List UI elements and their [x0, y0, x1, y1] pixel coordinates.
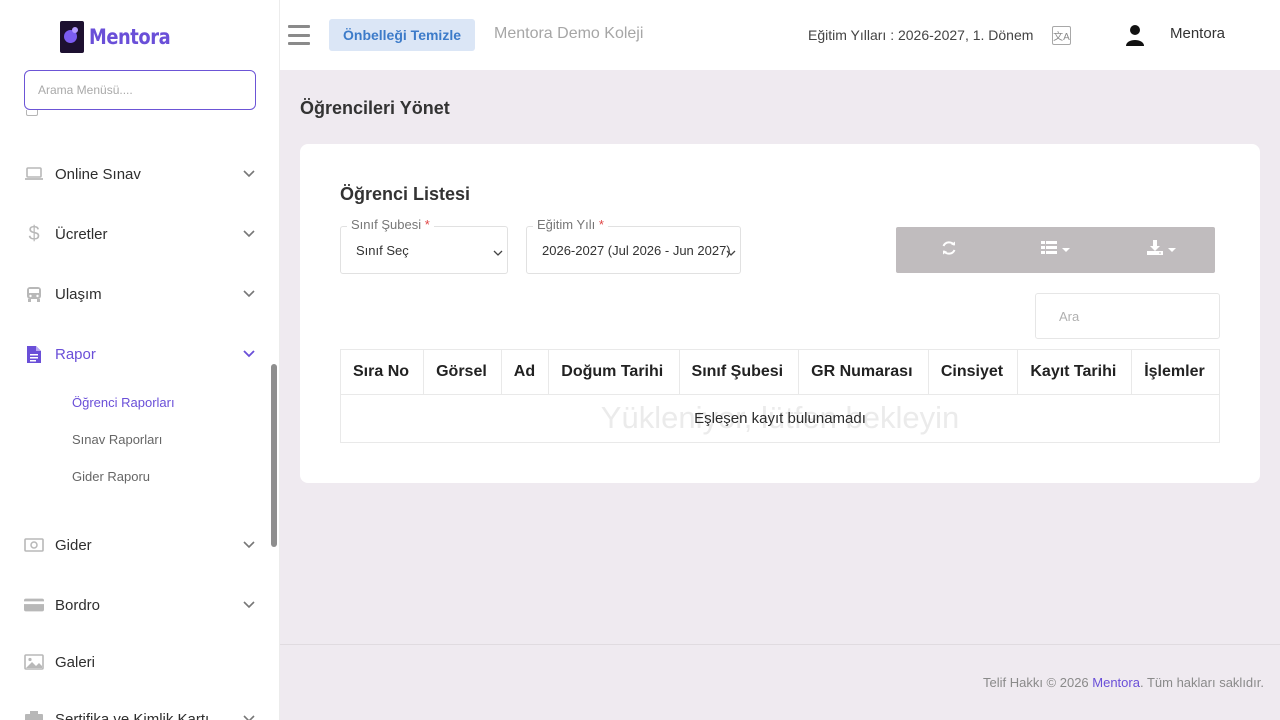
student-list-card: Öğrenci Listesi Sınıf Şubesi * Sınıf Seç… [300, 144, 1260, 483]
image-icon [24, 652, 44, 672]
column-header-image[interactable]: Görsel [423, 350, 502, 395]
top-header: Önbelleği Temizle Mentora Demo Koleji Eğ… [280, 0, 1280, 70]
refresh-icon [941, 240, 957, 261]
chevron-down-icon [242, 167, 256, 181]
class-select-value: Sınıf Seç [356, 243, 409, 258]
sidebar-subitem-exam-reports[interactable]: Sınav Raporları [72, 432, 162, 447]
column-header-registration-date[interactable]: Kayıt Tarihi [1017, 350, 1133, 395]
sidebar-item-expense[interactable]: Gider [24, 530, 256, 560]
year-select-value: 2026-2027 (Jul 2026 - Jun 2027) [542, 243, 731, 258]
chevron-down-icon [726, 245, 736, 256]
menu-toggle-icon[interactable] [288, 25, 310, 45]
laptop-icon [24, 164, 44, 184]
money-icon [24, 535, 44, 555]
document-icon [24, 344, 44, 364]
export-button[interactable] [1109, 227, 1215, 273]
column-header-birth-date[interactable]: Doğum Tarihi [548, 350, 680, 395]
card-title: Öğrenci Listesi [340, 184, 471, 204]
sidebar-item-label: Bordro [55, 596, 101, 614]
table-search-input[interactable] [1035, 293, 1220, 339]
footer-copyright: Telif Hakkı © 2026 [982, 675, 1093, 690]
list-icon [1040, 241, 1057, 259]
columns-toggle-button[interactable] [1002, 227, 1108, 273]
column-header-order[interactable]: Sıra No [341, 350, 425, 395]
brand-logo[interactable]: Mentora [60, 21, 185, 53]
class-select-label: Sınıf Şubesi * [347, 217, 434, 232]
brand-name: Mentora [89, 25, 171, 49]
sidebar-item-partial[interactable] [24, 110, 164, 124]
sidebar-item-label: Gider [55, 536, 92, 554]
student-table: Sıra No Görsel Ad Doğum Tarihi Sınıf Şub… [340, 349, 1220, 443]
download-icon [1147, 240, 1164, 260]
sidebar-item-label: Online Sınav [55, 165, 141, 183]
column-header-gr-number[interactable]: GR Numarası [798, 350, 929, 395]
class-select[interactable]: Sınıf Şubesi * Sınıf Seç [340, 217, 508, 274]
user-avatar-icon[interactable] [1125, 24, 1145, 46]
sidebar-subitem-student-reports[interactable]: Öğrenci Raporları [72, 395, 175, 410]
school-name: Mentora Demo Koleji [494, 25, 644, 42]
year-select-label: Eğitim Yılı * [533, 217, 608, 232]
caret-down-icon [1061, 248, 1070, 252]
empty-table-message: Eşleşen kayıt bulunamadı [694, 410, 866, 427]
sidebar-item-fees[interactable]: $ Ücretler [24, 219, 256, 249]
column-header-class[interactable]: Sınıf Şubesi [679, 350, 800, 395]
chevron-down-icon [242, 347, 256, 361]
chevron-down-icon [242, 227, 256, 241]
refresh-button[interactable] [896, 227, 1002, 273]
column-header-actions[interactable]: İşlemler [1131, 350, 1219, 395]
chevron-down-icon [242, 598, 256, 612]
sidebar-subitem-expense-report[interactable]: Gider Raporu [72, 469, 150, 484]
logo-icon [60, 21, 84, 53]
page-title: Öğrencileri Yönet [300, 98, 450, 118]
clear-cache-button[interactable]: Önbelleği Temizle [329, 19, 475, 51]
menu-search-input[interactable] [24, 70, 256, 110]
certificate-icon [24, 709, 44, 720]
dollar-icon: $ [28, 222, 40, 245]
chevron-down-icon [242, 538, 256, 552]
sidebar-item-label: Sertifika ve Kimlik Kartı [55, 710, 210, 720]
footer-divider [280, 644, 1280, 645]
sidebar-item-label: Rapor [55, 345, 96, 363]
education-year: Eğitim Yılları : 2026-2027, 1. Dönem [808, 27, 1034, 43]
sidebar-item-payroll[interactable]: Bordro [24, 590, 256, 620]
year-select[interactable]: Eğitim Yılı * 2026-2027 (Jul 2026 - Jun … [526, 217, 741, 274]
chevron-down-icon [242, 712, 256, 720]
sidebar: Mentora Online Sınav $ Ücretler Ulaşım R… [0, 0, 280, 720]
sidebar-item-gallery[interactable]: Galeri [24, 647, 256, 677]
table-toolbar [896, 227, 1215, 273]
sidebar-item-report[interactable]: Rapor [24, 339, 256, 369]
sidebar-item-label: Ücretler [55, 225, 108, 243]
column-header-name[interactable]: Ad [501, 350, 550, 395]
sidebar-item-certificate[interactable]: Sertifika ve Kimlik Kartı [24, 704, 256, 720]
bus-icon [24, 284, 44, 304]
sidebar-item-online-exam[interactable]: Online Sınav [24, 159, 256, 189]
column-header-gender[interactable]: Cinsiyet [928, 350, 1019, 395]
footer-brand-link[interactable]: Mentora [1092, 675, 1140, 690]
partial-item-icon [26, 110, 38, 116]
sidebar-scrollbar[interactable] [271, 364, 277, 547]
chevron-down-icon [493, 245, 503, 256]
language-icon[interactable]: 文A [1052, 26, 1071, 45]
sidebar-item-transport[interactable]: Ulaşım [24, 279, 256, 309]
caret-down-icon [1168, 248, 1177, 252]
footer: Telif Hakkı © 2026 Mentora. Tüm hakları … [983, 675, 1264, 690]
credit-card-icon [24, 595, 44, 615]
user-name[interactable]: Mentora [1170, 25, 1225, 42]
table-header-row: Sıra No Görsel Ad Doğum Tarihi Sınıf Şub… [341, 350, 1219, 395]
footer-rights: . Tüm hakları saklıdır. [1139, 675, 1264, 690]
sidebar-item-label: Galeri [55, 653, 96, 671]
chevron-down-icon [242, 287, 256, 301]
sidebar-item-label: Ulaşım [55, 285, 102, 303]
